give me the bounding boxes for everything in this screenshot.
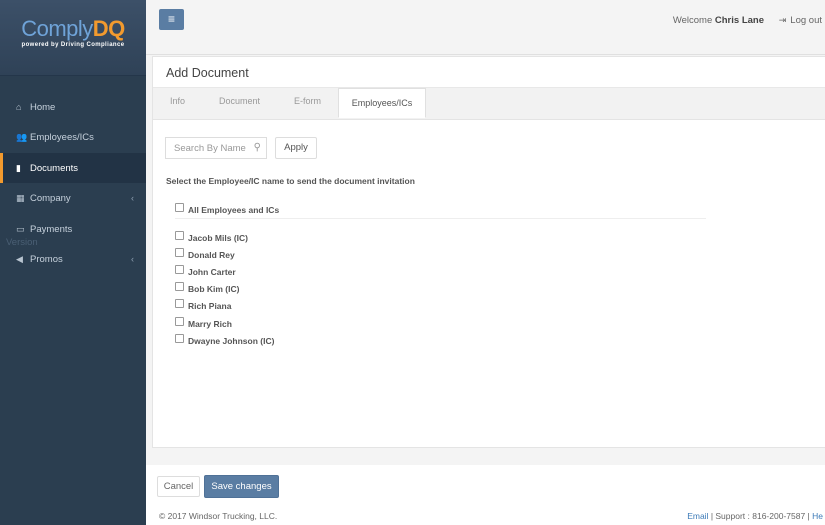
- welcome-text: Welcome Chris Lane: [673, 15, 764, 26]
- footer: Cancel Save changes © 2017 Windsor Truck…: [146, 465, 825, 525]
- tab-e-form[interactable]: E-form: [294, 88, 321, 117]
- all-employees-row: All Employees and ICs: [175, 203, 706, 219]
- employee-name: Bob Kim (IC): [188, 284, 240, 294]
- tab-document[interactable]: Document: [219, 88, 260, 117]
- list-item: John Carter: [175, 265, 236, 278]
- employee-checkbox[interactable]: [175, 334, 184, 343]
- all-employees-label: All Employees and ICs: [188, 205, 280, 215]
- sidebar-item-home[interactable]: ⌂ Home: [0, 92, 146, 122]
- search-icon[interactable]: ⚲: [254, 142, 261, 153]
- add-document-panel: Add Document Info Document E-form Employ…: [152, 56, 825, 448]
- list-item: Dwayne Johnson (IC): [175, 334, 274, 347]
- logout-link[interactable]: ⇥ Log out: [779, 15, 822, 26]
- cancel-button[interactable]: Cancel: [157, 476, 200, 497]
- sidebar-item-label: Payments: [30, 223, 73, 235]
- sidebar-nav: ⌂ Home 👥 Employees/ICs ▮ Documents ▦ Company…: [0, 92, 146, 275]
- building-icon: ▦: [16, 193, 25, 203]
- sidebar-item-label: Home: [30, 101, 56, 113]
- employee-checkbox[interactable]: [175, 248, 184, 257]
- list-item: Rich Piana: [175, 299, 231, 312]
- instruction-text: Select the Employee/IC name to send the …: [166, 176, 415, 186]
- logo-wordmark: ComplyDQ: [0, 17, 146, 41]
- employee-checkbox[interactable]: [175, 317, 184, 326]
- sidebar-item-promos[interactable]: ◀ Promos ‹: [0, 244, 146, 274]
- email-link[interactable]: Email: [687, 511, 708, 521]
- logo-text-comply: Comply: [21, 16, 93, 41]
- list-item: Donald Rey: [175, 248, 235, 261]
- sidebar: ComplyDQ powered by Driving Compliance ⌂…: [0, 0, 146, 525]
- sidebar-item-payments[interactable]: ▭ Payments: [0, 214, 146, 244]
- employee-name: John Carter: [188, 267, 236, 277]
- home-icon: ⌂: [16, 101, 22, 112]
- sign-out-icon: ⇥: [778, 15, 787, 25]
- user-name: Chris Lane: [714, 15, 764, 26]
- sidebar-item-company[interactable]: ▦ Company ‹: [0, 183, 146, 213]
- sidebar-item-documents[interactable]: ▮ Documents: [0, 152, 146, 183]
- tab-bar: Info Document E-form Employees/ICs: [153, 87, 825, 120]
- sidebar-item-label: Promos: [30, 254, 63, 265]
- employee-checkbox[interactable]: [175, 282, 184, 291]
- chevron-left-icon: ‹: [131, 193, 134, 203]
- bullhorn-icon: ◀: [16, 254, 23, 264]
- logo[interactable]: ComplyDQ powered by Driving Compliance: [0, 0, 146, 76]
- support-phone: Support : 816-200-7587: [715, 511, 806, 521]
- all-employees-checkbox[interactable]: [175, 203, 184, 212]
- hamburger-icon: ≡: [167, 12, 175, 26]
- file-icon: ▮: [16, 162, 21, 173]
- topbar: ≡ Welcome Chris Lane ⇥ Log out: [146, 0, 825, 55]
- menu-toggle-button[interactable]: ≡: [159, 9, 184, 30]
- search-field: ⚲: [165, 137, 267, 159]
- search-input[interactable]: [166, 138, 252, 159]
- list-item: Jacob Mils (IC): [175, 231, 248, 244]
- support-links: Email | Support : 816-200-7587 | He: [687, 511, 823, 521]
- employee-name: Rich Piana: [188, 301, 232, 311]
- welcome-prefix: Welcome: [672, 15, 713, 26]
- employee-checkbox[interactable]: [175, 231, 184, 240]
- employee-name: Dwayne Johnson (IC): [188, 336, 275, 346]
- users-icon: 👥: [16, 132, 28, 142]
- sidebar-item-label: Company: [30, 193, 71, 204]
- list-item: Bob Kim (IC): [175, 282, 239, 295]
- sidebar-item-label: Employees/ICs: [30, 132, 94, 143]
- sidebar-item-employees[interactable]: 👥 Employees/ICs: [0, 122, 146, 152]
- sidebar-item-label: Documents: [30, 162, 79, 174]
- page-title: Add Document: [166, 66, 249, 80]
- credit-card-icon: ▭: [16, 223, 25, 234]
- employee-checkbox[interactable]: [175, 265, 184, 274]
- chevron-left-icon: ‹: [131, 254, 134, 264]
- apply-button[interactable]: Apply: [275, 137, 317, 159]
- employee-checkbox[interactable]: [175, 299, 184, 308]
- save-changes-button[interactable]: Save changes: [204, 475, 279, 498]
- help-link[interactable]: He: [812, 511, 823, 521]
- employee-name: Donald Rey: [188, 250, 235, 260]
- logo-text-dq: DQ: [92, 16, 126, 41]
- logout-label: Log out: [790, 15, 822, 26]
- list-item: Marry Rich: [175, 317, 232, 330]
- tab-info[interactable]: Info: [170, 88, 185, 117]
- tab-employees-ics[interactable]: Employees/ICs: [338, 88, 426, 118]
- employee-name: Jacob Mils (IC): [188, 233, 248, 243]
- copyright-text: © 2017 Windsor Trucking, LLC.: [159, 511, 278, 521]
- logo-tagline: powered by Driving Compliance: [21, 42, 125, 48]
- employee-name: Marry Rich: [188, 319, 232, 329]
